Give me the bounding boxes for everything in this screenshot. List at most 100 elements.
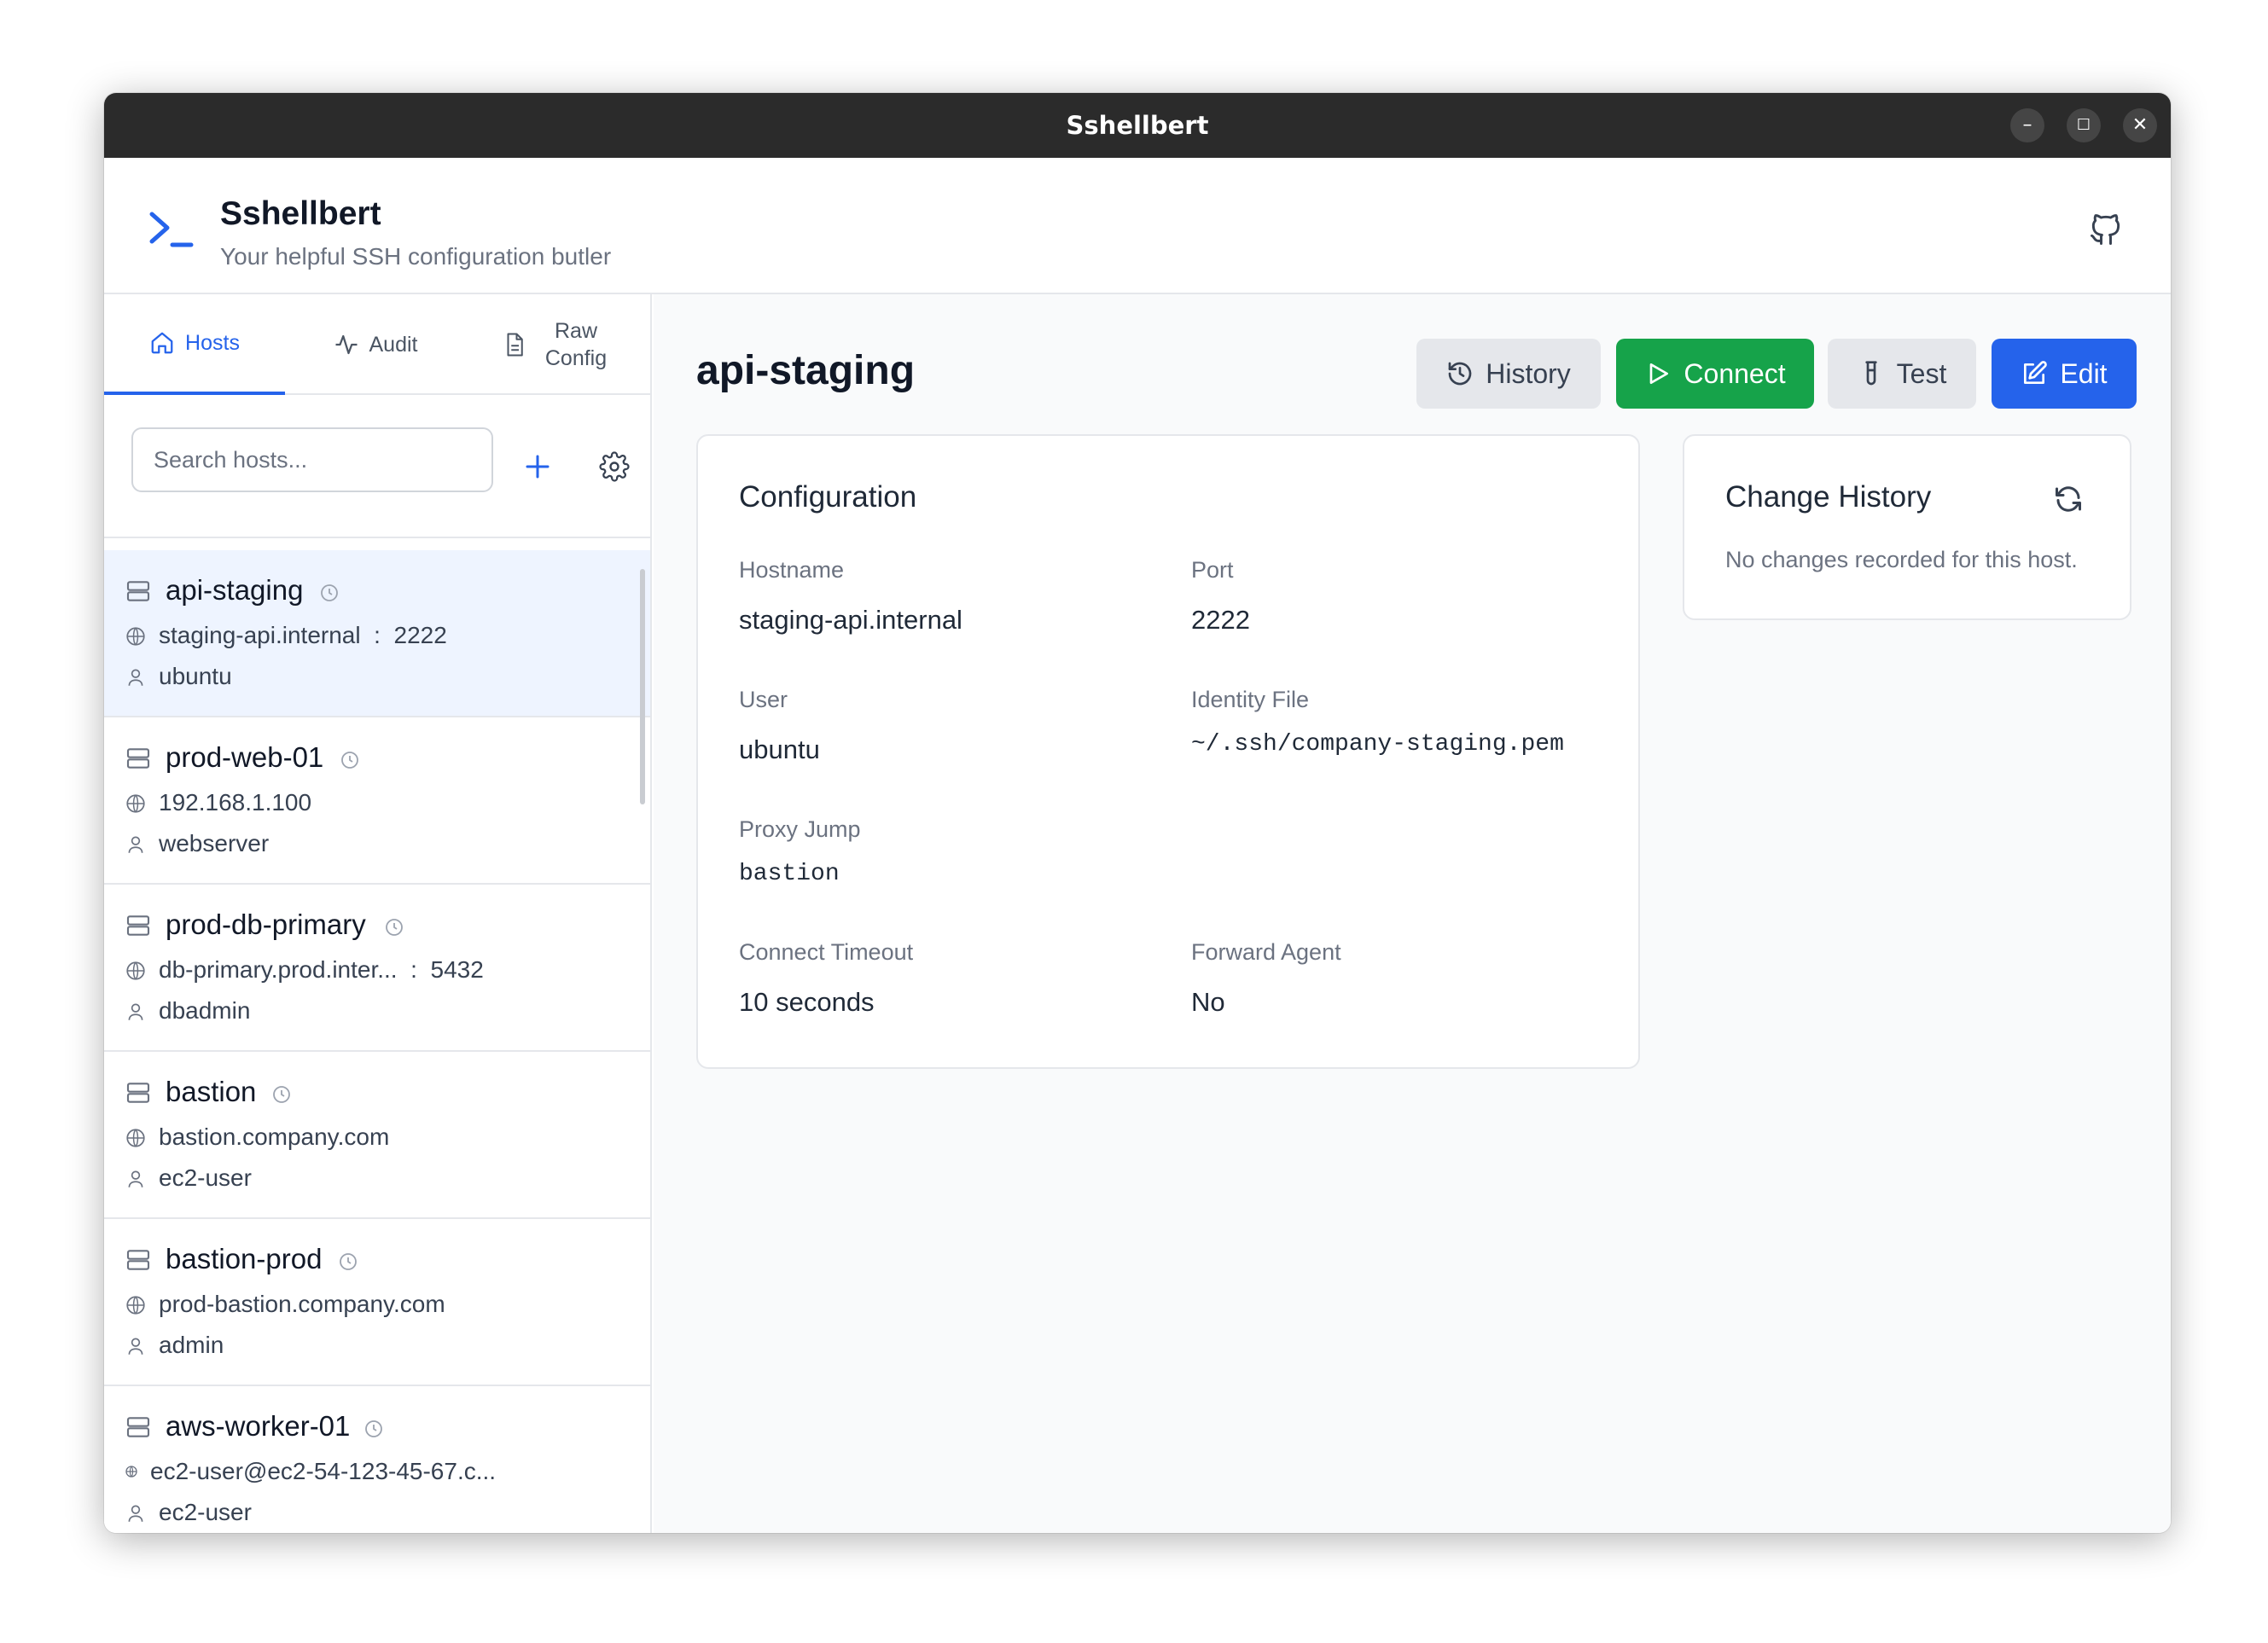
hostname-value: staging-api.internal <box>739 605 962 635</box>
terminal-icon <box>149 212 194 247</box>
user-icon <box>128 669 143 686</box>
host-item-prod-web-01[interactable]: prod-web-01 192.168.1.100 webserver <box>104 717 650 885</box>
host-hostname: prod-bastion.company.com <box>159 1291 445 1317</box>
user-icon <box>128 1505 143 1522</box>
host-item-api-staging[interactable]: api-staging staging-api.internal : 2222 … <box>104 550 650 717</box>
user-icon <box>128 1338 143 1355</box>
user-label: User <box>739 687 788 712</box>
tab-raw-config-label: Raw Config <box>544 319 608 370</box>
host-hostname: 192.168.1.100 <box>159 789 312 816</box>
identity-file-label: Identity File <box>1191 687 1310 712</box>
host-port: 5432 <box>430 956 484 983</box>
host-name: aws-worker-01 <box>166 1410 351 1442</box>
change-history-empty: No changes recorded for this host. <box>1725 547 2078 572</box>
edit-button-label: Edit <box>2060 357 2108 389</box>
clock-icon <box>341 752 358 769</box>
edit-icon <box>2024 361 2048 384</box>
identity-file-value: ~/.ssh/company-staging.pem <box>1191 731 1564 758</box>
connect-timeout-value: 10 seconds <box>739 987 875 1017</box>
server-icon <box>126 1083 150 1103</box>
tab-audit-label: Audit <box>369 332 418 357</box>
test-button-label: Test <box>1896 357 1947 389</box>
host-item-bastion-prod[interactable]: bastion-prod prod-bastion.company.com ad… <box>104 1219 650 1386</box>
app-header: Sshellbert Your helpful SSH configuratio… <box>104 158 2171 294</box>
minimize-button[interactable]: – <box>2010 108 2044 142</box>
close-button[interactable]: ✕ <box>2123 108 2157 142</box>
globe-icon <box>126 1296 145 1315</box>
proxy-jump-label: Proxy Jump <box>739 816 861 842</box>
host-user: webserver <box>159 830 270 856</box>
port-value: 2222 <box>1191 605 1250 635</box>
search-input[interactable] <box>131 427 493 492</box>
window-title: Sshellbert <box>1066 111 1209 140</box>
host-item-bastion[interactable]: bastion bastion.company.com ec2-user <box>104 1052 650 1219</box>
maximize-button[interactable]: ☐ <box>2067 108 2101 142</box>
host-user: ec2-user <box>159 1499 252 1525</box>
plus-icon <box>526 455 550 479</box>
forward-agent-value: No <box>1191 987 1225 1017</box>
host-user: ec2-user <box>159 1164 252 1191</box>
globe-icon <box>126 1129 145 1147</box>
host-item-prod-db-primary[interactable]: prod-db-primary db-primary.prod.inter...… <box>104 885 650 1052</box>
host-name: bastion <box>166 1076 257 1107</box>
server-icon <box>126 581 150 601</box>
host-detail-panel: api-staging History Connect Test Edit Co… <box>654 294 2171 1533</box>
host-hostname: bastion.company.com <box>159 1123 390 1150</box>
window-titlebar[interactable]: Sshellbert – ☐ ✕ <box>104 93 2171 158</box>
clock-icon <box>273 1086 290 1103</box>
home-icon <box>151 332 173 354</box>
app-name: Sshellbert <box>220 195 381 232</box>
test-button[interactable]: Test <box>1828 339 1976 409</box>
github-icon[interactable] <box>2087 211 2125 248</box>
sidebar-tabs: Hosts Audit Raw Config <box>104 294 650 395</box>
history-button[interactable]: History <box>1416 339 1601 409</box>
add-host-button[interactable] <box>514 443 561 491</box>
server-icon <box>126 1250 150 1270</box>
clock-icon <box>321 584 338 601</box>
tab-hosts-label: Hosts <box>185 330 240 355</box>
host-list-scrollbar[interactable] <box>640 569 645 804</box>
refresh-icon[interactable] <box>2053 484 2084 514</box>
host-hostname: staging-api.internal <box>159 622 361 648</box>
host-item-aws-worker-01[interactable]: aws-worker-01 ec2-user@ec2-54-123-45-67.… <box>104 1386 650 1533</box>
globe-icon <box>125 1466 137 1478</box>
change-history-title: Change History <box>1725 480 1932 514</box>
settings-button[interactable] <box>590 443 638 491</box>
hostname-label: Hostname <box>739 557 845 583</box>
change-history-card: Change History No changes recorded for t… <box>1683 434 2131 620</box>
tab-raw-config[interactable]: Raw Config <box>466 294 650 395</box>
configuration-card: Configuration Hostname staging-api.inter… <box>696 434 1640 1069</box>
globe-icon <box>126 627 145 646</box>
user-value: ubuntu <box>739 734 820 764</box>
server-icon <box>126 748 150 769</box>
configuration-title: Configuration <box>739 480 917 514</box>
host-user: admin <box>159 1332 224 1358</box>
host-name: prod-web-01 <box>166 741 324 773</box>
port-label: Port <box>1191 557 1234 583</box>
host-hostname: db-primary.prod.inter... <box>159 956 398 983</box>
edit-button[interactable]: Edit <box>1992 339 2137 409</box>
clock-icon <box>340 1253 357 1270</box>
test-tube-icon <box>1864 361 1877 386</box>
globe-icon <box>126 794 145 813</box>
server-icon <box>126 915 150 936</box>
globe-icon <box>126 961 145 980</box>
connect-button-label: Connect <box>1684 357 1786 389</box>
search-row <box>104 395 650 538</box>
proxy-jump-value: bastion <box>739 861 840 887</box>
app-tagline: Your helpful SSH configuration butler <box>220 243 612 270</box>
connect-timeout-label: Connect Timeout <box>739 939 914 965</box>
host-address: staging-api.internal : 2222 <box>159 622 447 648</box>
tab-audit[interactable]: Audit <box>285 294 466 395</box>
history-button-label: History <box>1486 357 1571 389</box>
tab-hosts[interactable]: Hosts <box>104 294 285 395</box>
host-port: 2222 <box>393 622 447 648</box>
host-hostname: ec2-user@ec2-54-123-45-67.c... <box>150 1458 497 1484</box>
connect-button[interactable]: Connect <box>1616 339 1814 409</box>
gear-icon <box>599 451 630 482</box>
file-icon <box>507 333 523 357</box>
forward-agent-label: Forward Agent <box>1191 939 1341 965</box>
app-window: Sshellbert – ☐ ✕ Sshellbert Your helpful… <box>104 93 2171 1533</box>
user-icon <box>128 1170 143 1187</box>
host-name: api-staging <box>166 574 304 606</box>
